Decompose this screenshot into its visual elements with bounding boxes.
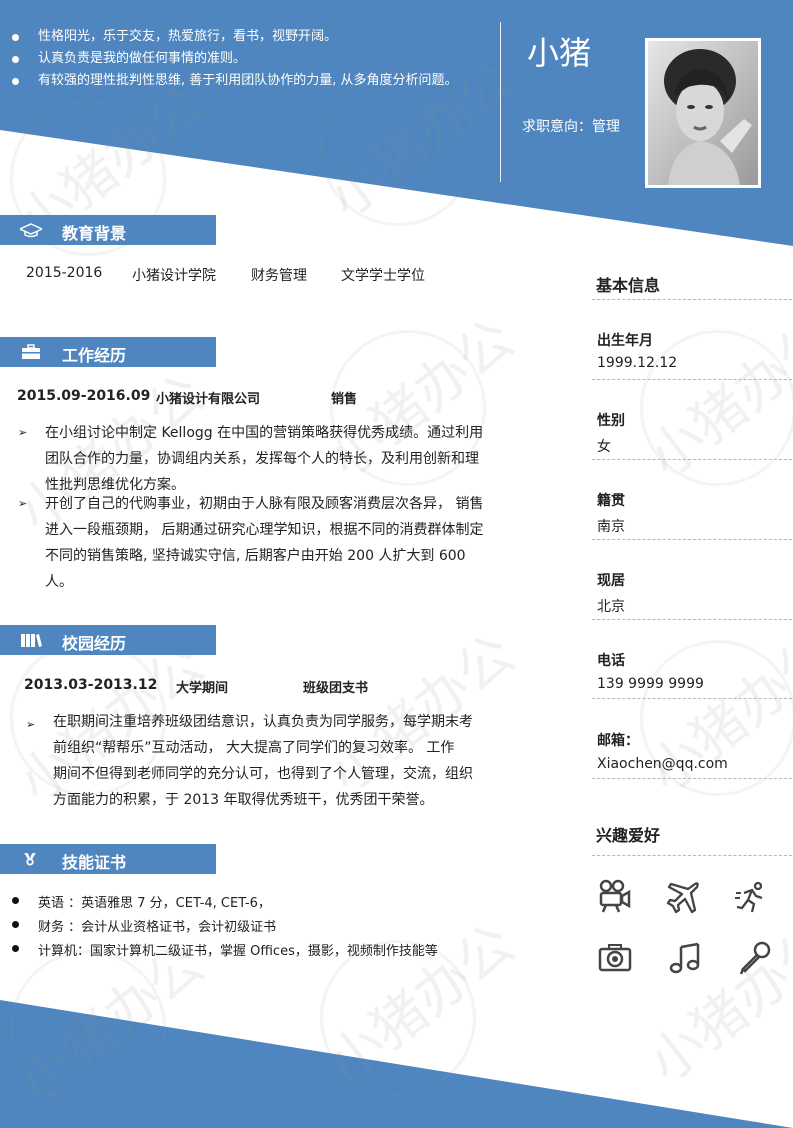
info-value-birth: 1999.12.12 — [597, 355, 678, 371]
text-line: 进入一段瓶颈期， 后期通过研究心理学知识，根据不同的消费群体制定 — [45, 522, 484, 538]
info-label-birth: 出生年月 — [597, 333, 653, 349]
info-label-hometown: 籍贯 — [597, 493, 625, 509]
hobbies-title: 兴趣爱好 — [596, 826, 661, 845]
bullet-dot — [12, 921, 19, 928]
text-line: 前组织“帮帮乐”互动活动， 大大提高了同学们的复习效率。 工作 — [53, 740, 455, 756]
profile-name: 小猪 — [527, 34, 592, 72]
education-degree: 文学学士学位 — [341, 268, 425, 284]
text-line: 不同的销售策略, 坚持诚实守信, 后期客户由开始 200 人扩大到 600 人。 — [45, 548, 466, 590]
bullet-arrow-icon: ➢ — [26, 718, 36, 731]
campus-title: 校园经历 — [62, 634, 127, 653]
campus-role: 班级团支书 — [303, 681, 369, 696]
skill-item: 财务 ：会计从业资格证书，会计初级证书 — [38, 920, 277, 935]
work-bullet-2: 开创了自己的代购事业，初期由于人脉有限及顾客消费层次各异， 销售 进入一段瓶颈期… — [45, 491, 495, 595]
divider — [592, 299, 792, 300]
info-label-phone: 电话 — [597, 653, 625, 669]
film-camera-icon — [599, 879, 631, 913]
work-company: 小猪设计有限公司 — [156, 392, 261, 407]
header-divider — [500, 22, 501, 182]
education-major: 财务管理 — [251, 268, 307, 284]
work-bullet-1: 在小组讨论中制定 Kellogg 在中国的营销策略获得优秀成绩。通过利用 团队合… — [45, 420, 495, 498]
basic-info-title: 基本信息 — [596, 276, 661, 295]
bullet-dot — [12, 945, 19, 952]
divider — [592, 379, 792, 380]
campus-section-header: 校园经历 — [0, 625, 216, 655]
education-school: 小猪设计学院 — [132, 268, 216, 284]
bullet-dot — [12, 897, 19, 904]
campus-period: 2013.03-2013.12 — [24, 677, 158, 693]
divider — [592, 698, 792, 699]
music-note-icon — [669, 942, 700, 974]
intro-item: 性格阳光，乐于交友，热爱旅行，看书，视野开阔。 — [12, 26, 492, 48]
skill-item: 英语 ：英语雅思 7 分，CET-4, CET-6， — [38, 896, 271, 911]
campus-bullet-1: 在职期间注重培养班级团结意识，认真负责为同学服务，每学期末考 前组织“帮帮乐”互… — [53, 709, 498, 813]
skills-section-header: 技能证书 — [0, 844, 216, 874]
education-section-header: 教育背景 — [0, 215, 216, 245]
profile-photo — [645, 38, 761, 188]
divider — [592, 459, 792, 460]
skills-title: 技能证书 — [62, 853, 127, 872]
divider — [592, 855, 792, 856]
intro-item: 认真负责是我的做任何事情的准则。 — [12, 48, 492, 70]
info-label-email: 邮箱： — [597, 733, 639, 749]
text-line: 团队合作的力量，协调组内关系，发挥每个人的特长，及利用创新和理 — [45, 451, 479, 467]
education-title: 教育背景 — [62, 224, 127, 243]
intro-item: 有较强的理性批判性思维, 善于利用团队协作的力量, 从多角度分析问题。 — [12, 70, 492, 92]
briefcase-icon — [22, 344, 40, 359]
text-line: 开创了自己的代购事业，初期由于人脉有限及顾客消费层次各异， 销售 — [45, 496, 484, 512]
text-line: 在小组讨论中制定 Kellogg 在中国的营销策略获得优秀成绩。通过利用 — [45, 425, 484, 441]
work-position: 销售 — [331, 392, 358, 407]
info-value-gender: 女 — [597, 439, 611, 455]
photo-camera-icon — [598, 944, 632, 972]
info-label-gender: 性别 — [597, 413, 625, 429]
text-line: 在职期间注重培养班级团结意识，认真负责为同学服务，每学期末考 — [53, 714, 473, 730]
medal-icon — [24, 853, 36, 866]
campus-stage: 大学期间 — [176, 681, 229, 696]
divider — [592, 539, 792, 540]
airplane-icon — [666, 882, 699, 914]
work-title: 工作经历 — [62, 346, 127, 365]
divider — [592, 778, 792, 779]
text-line: 方面能力的积累，于 2013 年取得优秀班干，优秀团干荣誉。 — [53, 792, 434, 808]
microphone-icon — [739, 941, 771, 975]
info-value-hometown: 南京 — [597, 519, 625, 535]
info-value-phone: 139 9999 9999 — [597, 676, 704, 692]
books-icon — [21, 634, 42, 647]
intro-list: 性格阳光，乐于交友，热爱旅行，看书，视野开阔。 认真负责是我的做任何事情的准则。… — [12, 26, 492, 92]
divider — [592, 619, 792, 620]
graduation-cap-icon — [20, 223, 42, 238]
info-value-email: Xiaochen@qq.com — [597, 756, 728, 772]
bullet-arrow-icon: ➢ — [18, 497, 28, 510]
text-line: 期间不但得到老师同学的充分认可，也得到了个人管理，交流，组织 — [53, 766, 473, 782]
education-period: 2015-2016 — [26, 265, 103, 281]
info-value-residence: 北京 — [597, 599, 625, 615]
job-intent: 求职意向：管理 — [522, 119, 620, 135]
running-icon — [735, 881, 763, 913]
work-period: 2015.09-2016.09 — [17, 388, 151, 404]
info-label-residence: 现居 — [597, 573, 625, 589]
bullet-arrow-icon: ➢ — [18, 426, 28, 439]
skill-item: 计算机：国家计算机二级证书，掌握 Offices，摄影，视频制作技能等 — [38, 944, 438, 959]
work-section-header: 工作经历 — [0, 337, 216, 367]
